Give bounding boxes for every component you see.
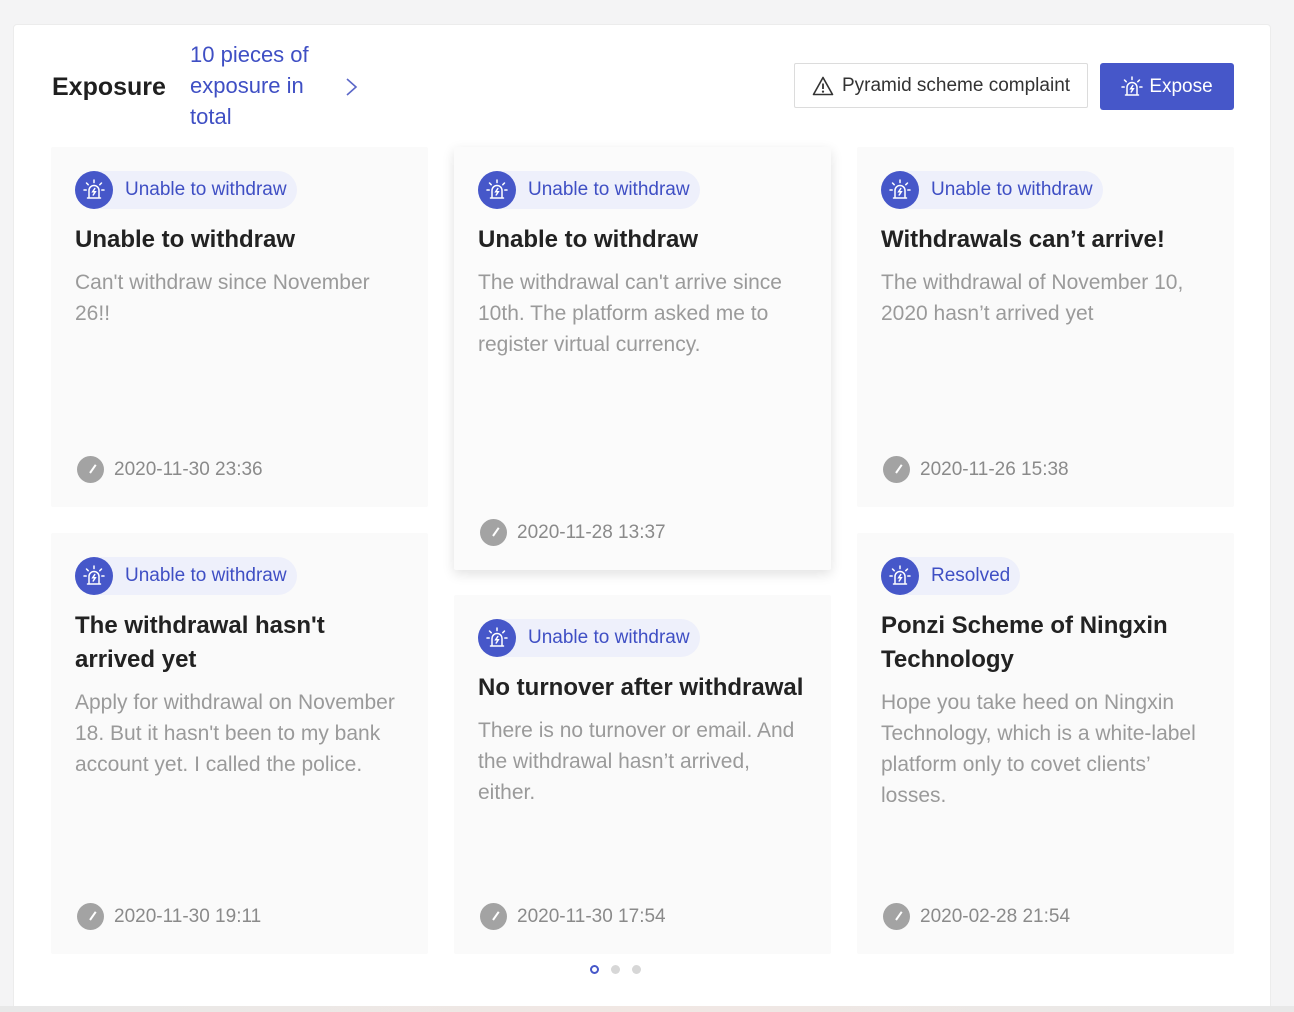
pagination-dot[interactable] <box>590 965 599 974</box>
pagination-dot[interactable] <box>611 965 620 974</box>
card-description: The withdrawal of November 10, 2020 hasn… <box>881 271 1184 325</box>
alarm-siren-icon <box>881 171 919 209</box>
card-time-text: 2020-11-30 19:11 <box>114 905 262 927</box>
pyramid-complaint-label: Pyramid scheme complaint <box>841 74 1071 96</box>
alarm-siren-icon <box>75 171 113 209</box>
clock-icon <box>77 456 104 483</box>
exposure-card[interactable]: Unable to withdraw The withdrawal hasn't… <box>51 533 428 954</box>
card-description: Apply for withdrawal on November 18. But… <box>75 691 395 776</box>
exposure-panel: Exposure 10 pieces of exposure in total … <box>13 24 1271 1012</box>
card-timestamp: 2020-02-28 21:54 <box>883 903 1070 930</box>
card-time-text: 2020-02-28 21:54 <box>920 905 1071 927</box>
bottom-divider <box>0 1006 1294 1012</box>
card-title: Withdrawals can’t arrive! <box>881 226 1165 253</box>
clock-icon <box>883 903 910 930</box>
clock-icon <box>480 519 507 546</box>
card-title: Ponzi Scheme of Ningxin Technology <box>881 612 1168 673</box>
alarm-siren-icon <box>478 619 516 657</box>
status-tag: Unable to withdraw <box>75 171 297 209</box>
card-timestamp: 2020-11-28 13:37 <box>480 519 666 546</box>
card-time-text: 2020-11-30 23:36 <box>114 458 263 480</box>
status-tag-label: Unable to withdraw <box>125 565 287 586</box>
exposure-card[interactable]: Unable to withdraw Unable to withdraw Ca… <box>51 147 428 507</box>
card-time-text: 2020-11-26 15:38 <box>920 458 1069 480</box>
status-tag-label: Resolved <box>931 565 1011 586</box>
alarm-siren-icon <box>1121 75 1144 96</box>
clock-icon <box>883 456 910 483</box>
exposure-card[interactable]: Resolved Ponzi Scheme of Ningxin Technol… <box>857 533 1234 954</box>
pagination-dot[interactable] <box>632 965 641 974</box>
card-time-text: 2020-11-28 13:37 <box>517 521 666 543</box>
exposure-card[interactable]: Unable to withdraw No turnover after wit… <box>454 595 831 954</box>
clock-icon <box>77 903 104 930</box>
alarm-siren-icon <box>478 171 516 209</box>
card-description: Hope you take heed on Ningxin Technology… <box>881 691 1196 807</box>
card-title: No turnover after withdrawal <box>478 674 804 701</box>
alarm-siren-icon <box>75 557 113 595</box>
carousel-pagination <box>590 965 641 974</box>
status-tag-label: Unable to withdraw <box>931 179 1093 200</box>
status-tag-label: Unable to withdraw <box>125 179 287 200</box>
card-description: Can't withdraw since November 26!! <box>75 271 370 325</box>
exposure-count-link[interactable]: 10 pieces of exposure in total <box>190 39 320 132</box>
expose-button[interactable]: Expose <box>1100 63 1234 110</box>
card-timestamp: 2020-11-30 17:54 <box>480 903 666 930</box>
clock-icon <box>480 903 507 930</box>
status-tag: Unable to withdraw <box>478 619 700 657</box>
card-timestamp: 2020-11-30 23:36 <box>77 456 263 483</box>
card-title: Unable to withdraw <box>75 226 296 253</box>
warning-triangle-icon <box>812 76 834 95</box>
chevron-right-icon[interactable] <box>344 73 360 101</box>
card-title: The withdrawal hasn't arrived yet <box>75 612 325 673</box>
status-tag: Unable to withdraw <box>478 171 700 209</box>
status-tag: Unable to withdraw <box>75 557 297 595</box>
page-title: Exposure <box>52 73 166 101</box>
card-description: The withdrawal can't arrive since 10th. … <box>478 271 782 356</box>
expose-button-label: Expose <box>1149 75 1213 97</box>
exposure-card[interactable]: Unable to withdraw Withdrawals can’t arr… <box>857 147 1234 507</box>
card-timestamp: 2020-11-30 19:11 <box>77 903 261 930</box>
status-tag: Resolved <box>881 557 1021 595</box>
status-tag-label: Unable to withdraw <box>528 179 690 200</box>
exposure-card[interactable]: Unable to withdraw Unable to withdraw Th… <box>454 147 831 570</box>
card-time-text: 2020-11-30 17:54 <box>517 905 666 927</box>
status-tag-label: Unable to withdraw <box>528 627 690 648</box>
pyramid-complaint-button[interactable]: Pyramid scheme complaint <box>794 63 1088 108</box>
card-timestamp: 2020-11-26 15:38 <box>883 456 1069 483</box>
card-description: There is no turnover or email. And the w… <box>478 719 795 804</box>
card-title: Unable to withdraw <box>478 226 699 253</box>
exposure-header: Exposure 10 pieces of exposure in total … <box>52 39 1234 135</box>
status-tag: Unable to withdraw <box>881 171 1103 209</box>
alarm-siren-icon <box>881 557 919 595</box>
